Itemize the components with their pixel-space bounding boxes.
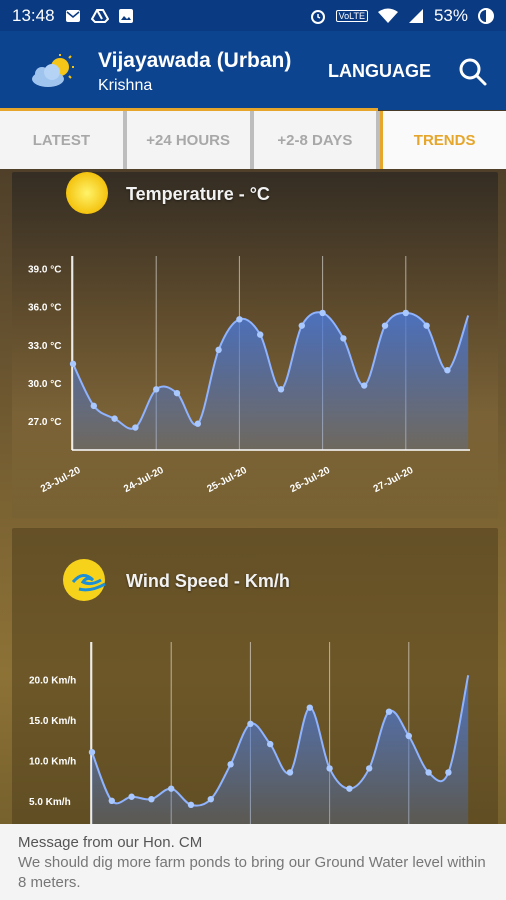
wind-y-tick-label: 20.0 Km/h [29,675,76,686]
wind-chart: 20.0 Km/h 15.0 Km/h 10.0 Km/h 5.0 Km/h [29,642,470,827]
wind-data-point [108,797,116,804]
wind-data-point [247,720,254,728]
wind-data-point [326,765,333,772]
message-body: We should dig more farm ponds to bring o… [18,854,486,891]
wind-data-point [148,795,155,803]
wind-data-point [306,704,313,711]
wind-data-point [168,785,175,792]
wind-data-point [286,769,294,776]
wind-data-point [366,765,373,772]
wind-data-point [227,761,234,768]
wind-y-tick-label: 5.0 Km/h [29,797,71,808]
wind-data-point [346,785,353,792]
wind-data-point [267,740,274,748]
wind-data-point [187,801,195,809]
wind-data-point [445,769,452,776]
wind-series-area [92,675,469,826]
wind-data-point [88,749,96,756]
message-banner: Message from our Hon. CM We should dig m… [0,824,506,900]
wind-data-point [128,793,135,800]
wind-y-tick-label: 15.0 Km/h [29,716,76,727]
wind-y-tick-label: 10.0 Km/h [29,756,76,767]
message-title: Message from our Hon. CM [18,834,203,851]
wind-data-point [385,708,393,715]
wind-data-point [405,732,412,740]
wind-data-point [425,769,432,776]
wind-data-point [207,795,214,803]
